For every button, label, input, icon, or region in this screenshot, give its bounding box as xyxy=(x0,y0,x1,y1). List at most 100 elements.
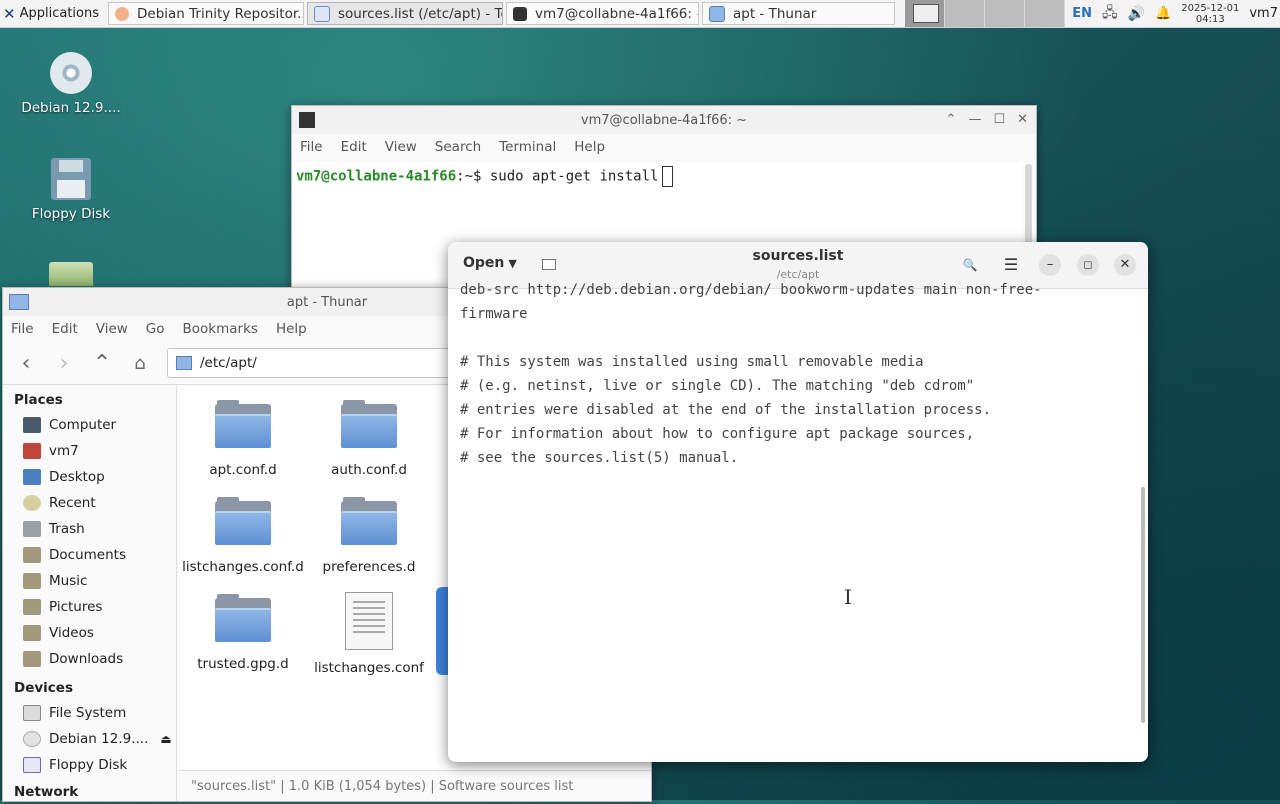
file-item[interactable]: preferences.d xyxy=(307,497,431,575)
shade-up-icon[interactable]: ⌃ xyxy=(946,112,957,127)
search-icon[interactable]: 🔍 xyxy=(959,254,981,276)
menu-terminal[interactable]: Terminal xyxy=(499,139,556,155)
folder-icon xyxy=(176,356,192,370)
menu-file[interactable]: File xyxy=(300,139,323,155)
text-line: # entries were disabled at the end of th… xyxy=(460,398,1134,422)
task-terminal[interactable]: vm7@collabne-4a1f66: ~ xyxy=(506,2,699,25)
close-icon[interactable]: ✕ xyxy=(1114,254,1136,276)
menu-bookmarks[interactable]: Bookmarks xyxy=(183,321,258,337)
browser-icon xyxy=(115,6,129,21)
task-text-editor[interactable]: sources.list (/etc/apt) - Te... xyxy=(307,2,503,25)
home-icon[interactable]: ⌂ xyxy=(129,353,151,374)
text-line: # This system was installed using small … xyxy=(460,350,1134,374)
hard-drive-icon xyxy=(23,705,41,721)
sidebar-item-pictures[interactable]: Pictures xyxy=(3,594,176,620)
clock[interactable]: 2025-12-01 04:13 xyxy=(1181,3,1239,25)
task-label: apt - Thunar xyxy=(733,5,817,22)
minimize-icon[interactable]: – xyxy=(1039,254,1061,276)
minimize-icon[interactable]: — xyxy=(968,112,981,127)
back-arrow-icon[interactable]: ‹ xyxy=(15,351,37,376)
network-header: Network xyxy=(14,784,79,800)
forward-arrow-icon[interactable]: › xyxy=(53,351,75,376)
text-line-content: # For information about how to configure… xyxy=(460,426,975,442)
editor-text-area[interactable]: deb-src http://deb.debian.org/debian/ bo… xyxy=(460,278,1134,470)
sidebar-item-music[interactable]: Music xyxy=(3,568,176,594)
menu-help[interactable]: Help xyxy=(276,321,307,337)
workspace-2[interactable] xyxy=(945,0,985,27)
downloads-folder-icon xyxy=(23,651,41,667)
menu-help[interactable]: Help xyxy=(574,139,605,155)
text-line-content: deb-src http://deb.debian.org/debian/ bo… xyxy=(460,282,1042,298)
task-browser[interactable]: Debian Trinity Repositor... xyxy=(108,2,304,25)
sidebar-item-label: Videos xyxy=(49,625,94,641)
text-line: firmware xyxy=(460,302,1134,326)
computer-icon xyxy=(23,417,41,433)
sidebar-item-desktop[interactable]: Desktop xyxy=(3,464,176,490)
desktop-icon-label: Floppy Disk xyxy=(31,206,111,222)
sidebar-item-label: Music xyxy=(49,573,88,589)
text-line-content: # entries were disabled at the end of th… xyxy=(460,402,992,418)
menu-view[interactable]: View xyxy=(96,321,128,337)
terminal-menubar: File Edit View Search Terminal Help xyxy=(292,134,1036,160)
network-icon[interactable]: 🖧 xyxy=(1102,2,1118,26)
sidebar: Places Computer vm7 Desktop Recent Trash… xyxy=(3,386,177,801)
menu-search[interactable]: Search xyxy=(435,139,481,155)
task-file-manager[interactable]: apt - Thunar xyxy=(702,2,895,25)
sidebar-item-cdrom[interactable]: Debian 12.9.... ⏏ xyxy=(3,726,176,752)
sidebar-item-computer[interactable]: Computer xyxy=(3,412,176,438)
sidebar-item-floppy[interactable]: Floppy Disk xyxy=(3,752,176,778)
sidebar-item-videos[interactable]: Videos xyxy=(3,620,176,646)
maximize-icon[interactable]: ☐ xyxy=(993,112,1005,127)
file-item[interactable]: listchanges.conf xyxy=(307,592,431,676)
sidebar-item-recent[interactable]: Recent xyxy=(3,490,176,516)
workspace-4[interactable] xyxy=(1025,0,1065,27)
floppy-disk-icon xyxy=(23,757,41,773)
keyboard-layout[interactable]: EN xyxy=(1072,6,1092,21)
task-label: Debian Trinity Repositor... xyxy=(137,5,304,22)
menu-go[interactable]: Go xyxy=(146,321,165,337)
text-file-icon xyxy=(345,592,393,650)
sidebar-item-home[interactable]: vm7 xyxy=(3,438,176,464)
editor-scrollbar[interactable] xyxy=(1141,487,1145,723)
maximize-icon[interactable]: ◻ xyxy=(1077,254,1099,276)
file-item[interactable]: trusted.gpg.d xyxy=(181,594,305,672)
volume-icon[interactable]: 🔊 xyxy=(1128,6,1145,22)
text-line-content: # see the sources.list(5) manual. xyxy=(460,450,739,466)
text-editor-icon xyxy=(314,5,330,22)
menu-view[interactable]: View xyxy=(385,139,417,155)
file-item[interactable]: auth.conf.d xyxy=(307,400,431,478)
prompt-user: vm7@collabne-4a1f66 xyxy=(296,168,457,185)
applications-label: Applications xyxy=(19,6,99,21)
text-line: ​ xyxy=(460,326,1134,350)
music-folder-icon xyxy=(23,573,41,589)
sidebar-item-documents[interactable]: Documents xyxy=(3,542,176,568)
menu-edit[interactable]: Edit xyxy=(52,321,78,337)
location-path: /etc/apt/ xyxy=(200,355,257,371)
file-name: listchanges.conf xyxy=(314,660,424,676)
file-item[interactable]: apt.conf.d xyxy=(181,400,305,478)
terminal-titlebar[interactable]: vm7@collabne-4a1f66: ~ ⌃ — ☐ ✕ xyxy=(292,106,1036,134)
user-menu[interactable]: vm7 xyxy=(1249,6,1278,21)
menu-edit[interactable]: Edit xyxy=(341,139,367,155)
text-line: # (e.g. netinst, live or single CD). The… xyxy=(460,374,1134,398)
sidebar-item-label: File System xyxy=(49,705,127,721)
sidebar-item-label: Desktop xyxy=(49,469,105,485)
folder-icon xyxy=(341,497,397,545)
workspace-1[interactable] xyxy=(905,0,945,27)
applications-menu[interactable]: ✕ Applications xyxy=(0,0,105,27)
workspace-3[interactable] xyxy=(985,0,1025,27)
sidebar-item-trash[interactable]: Trash xyxy=(3,516,176,542)
parent-folder-icon[interactable]: ⌃ xyxy=(91,351,113,376)
file-item[interactable]: listchanges.conf.d xyxy=(181,497,305,575)
sidebar-item-file-system[interactable]: File System xyxy=(3,700,176,726)
menu-file[interactable]: File xyxy=(11,321,34,337)
hamburger-menu-icon[interactable]: ☰ xyxy=(1000,254,1022,276)
eject-icon[interactable]: ⏏ xyxy=(160,732,171,746)
desktop-icon-cdrom[interactable]: Debian 12.9.... xyxy=(16,52,126,116)
desktop-icon-floppy[interactable]: Floppy Disk xyxy=(16,158,126,222)
places-header: Places xyxy=(14,392,63,408)
sidebar-item-downloads[interactable]: Downloads xyxy=(3,646,176,672)
workspace-switcher xyxy=(905,0,1065,27)
notification-bell-icon[interactable]: 🔔 xyxy=(1155,6,1171,21)
close-icon[interactable]: ✕ xyxy=(1017,112,1028,127)
